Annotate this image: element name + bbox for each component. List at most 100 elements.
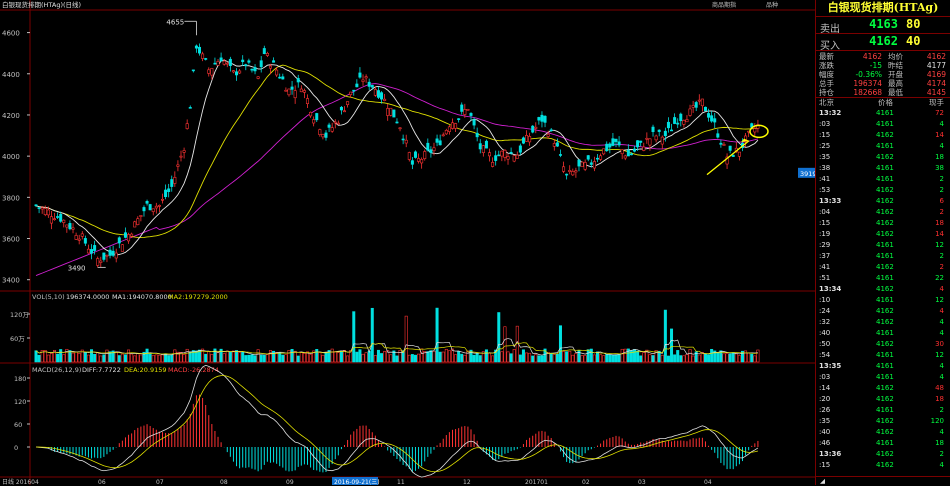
trade-row[interactable]: :26 4161 2: [816, 405, 950, 416]
divider: [816, 50, 950, 51]
trade-row[interactable]: :03 4161 4: [816, 372, 950, 383]
volume-bar: [435, 307, 439, 363]
candle-body: [457, 118, 461, 120]
candle-body: [753, 128, 757, 133]
trade-row[interactable]: :14 4162 48: [816, 383, 950, 394]
candle-body: [244, 64, 248, 67]
candle-body: [34, 204, 38, 207]
candle-body: [540, 114, 544, 122]
trade-row[interactable]: :46 4161 18: [816, 438, 950, 449]
x-axis-label: 08: [220, 479, 228, 485]
trade-time: :35: [819, 417, 831, 425]
candle-body: [599, 155, 603, 160]
candle-body: [318, 129, 322, 136]
candle-body: [703, 106, 707, 112]
volume-bar: [398, 349, 402, 363]
candle-body: [719, 142, 723, 145]
trade-row[interactable]: 13:34 4162 4: [816, 284, 950, 295]
trade-row[interactable]: :37 4161 2: [816, 251, 950, 262]
trade-row[interactable]: :38 4161 38: [816, 163, 950, 174]
trade-price: 4162: [876, 461, 894, 469]
sell-price: 4163: [869, 17, 898, 31]
trade-row[interactable]: :35 4162 120: [816, 416, 950, 427]
trade-header-volume: 现手: [929, 98, 944, 107]
candle-body: [466, 109, 470, 111]
candle-body: [222, 60, 226, 65]
trade-row[interactable]: :25 4161 4: [816, 141, 950, 152]
volume-bar: [210, 354, 214, 363]
candle-body: [426, 142, 430, 151]
trade-row[interactable]: :53 4162 2: [816, 185, 950, 196]
top-link: 商品期指: [712, 1, 736, 9]
candle-body: [290, 86, 294, 90]
trade-row[interactable]: 13:36 4162 2: [816, 449, 950, 460]
trade-price: 4162: [876, 186, 894, 194]
trade-time: 13:35: [819, 362, 842, 370]
candle-body: [413, 151, 417, 158]
trade-volume: 4: [939, 285, 944, 293]
candle-body: [438, 140, 442, 146]
trade-row[interactable]: :40 4161 4: [816, 328, 950, 339]
candle-body: [710, 115, 714, 122]
trade-row[interactable]: :20 4162 18: [816, 394, 950, 405]
trade-volume: 48: [935, 384, 944, 392]
volume-bar: [238, 352, 242, 363]
volume-bar: [352, 311, 356, 363]
trade-row[interactable]: :03 4161 4: [816, 119, 950, 130]
candle-body: [518, 145, 522, 153]
trade-row[interactable]: :41 4162 2: [816, 262, 950, 273]
trade-row[interactable]: :41 4161 2: [816, 174, 950, 185]
trade-row[interactable]: :32 4162 4: [816, 317, 950, 328]
corner-arrow-icon[interactable]: ◢: [820, 477, 825, 485]
candle-body: [185, 123, 189, 129]
candle-body: [296, 78, 300, 83]
x-axis-label: 09: [286, 479, 294, 485]
trade-row[interactable]: :29 4161 12: [816, 240, 950, 251]
volume-bar: [707, 354, 711, 363]
volume-bar: [731, 352, 735, 363]
buy-row[interactable]: 买入 4162 40: [818, 34, 948, 52]
trade-row[interactable]: 13:32 4161 72: [816, 108, 950, 119]
trade-row[interactable]: 13:35 4161 4: [816, 361, 950, 372]
volume-bar: [93, 353, 97, 363]
trade-row[interactable]: :40 4162 4: [816, 427, 950, 438]
trade-volume: 4: [939, 318, 944, 326]
volume-bar: [534, 354, 538, 363]
candle-body: [93, 245, 97, 251]
candle-body: [105, 254, 109, 257]
trade-row[interactable]: :51 4161 22: [816, 273, 950, 284]
trade-row[interactable]: 13:33 4162 6: [816, 196, 950, 207]
trade-row[interactable]: :35 4162 18: [816, 152, 950, 163]
trade-time: :15: [819, 219, 831, 227]
trade-volume: 6: [939, 197, 944, 205]
trade-row[interactable]: :54 4161 12: [816, 350, 950, 361]
trade-time: :46: [819, 439, 831, 447]
trade-row[interactable]: :04 4162 2: [816, 207, 950, 218]
trade-row[interactable]: :15 4162 18: [816, 218, 950, 229]
trade-row[interactable]: :24 4162 4: [816, 306, 950, 317]
trade-row[interactable]: :50 4162 30: [816, 339, 950, 350]
trade-price: 4162: [876, 153, 894, 161]
trade-price: 4162: [876, 230, 894, 238]
trade-volume: 18: [935, 439, 944, 447]
candle-body: [312, 119, 316, 124]
trade-row[interactable]: :15 4162 14: [816, 130, 950, 141]
candle-body: [43, 208, 47, 215]
volume-bar: [734, 353, 738, 363]
x-axis-label: 03: [638, 479, 646, 485]
candle-body: [395, 121, 399, 124]
candle-body: [62, 219, 66, 223]
stat-key: 总手: [819, 79, 834, 88]
trade-row[interactable]: :15 4162 4: [816, 460, 950, 471]
trade-price: 4162: [876, 450, 894, 458]
sell-row[interactable]: 卖出 4163 80: [818, 17, 948, 35]
trade-row[interactable]: :19 4162 14: [816, 229, 950, 240]
chart-area[interactable]: 白银现货排期(HTAg)(日线) 商品期指 品种 4600 4400 4200 4000 38…: [0, 0, 815, 485]
x-axis-label: 12: [463, 479, 471, 485]
volume-bar: [639, 355, 643, 363]
volume-bar: [642, 352, 646, 363]
trade-row[interactable]: :10 4161 12: [816, 295, 950, 306]
candle-body: [145, 201, 149, 204]
kline-chart[interactable]: 白银现货排期(HTAg)(日线) 商品期指 品种 4600 4400 4200 4000 38…: [0, 0, 815, 485]
candle-body: [602, 148, 606, 155]
